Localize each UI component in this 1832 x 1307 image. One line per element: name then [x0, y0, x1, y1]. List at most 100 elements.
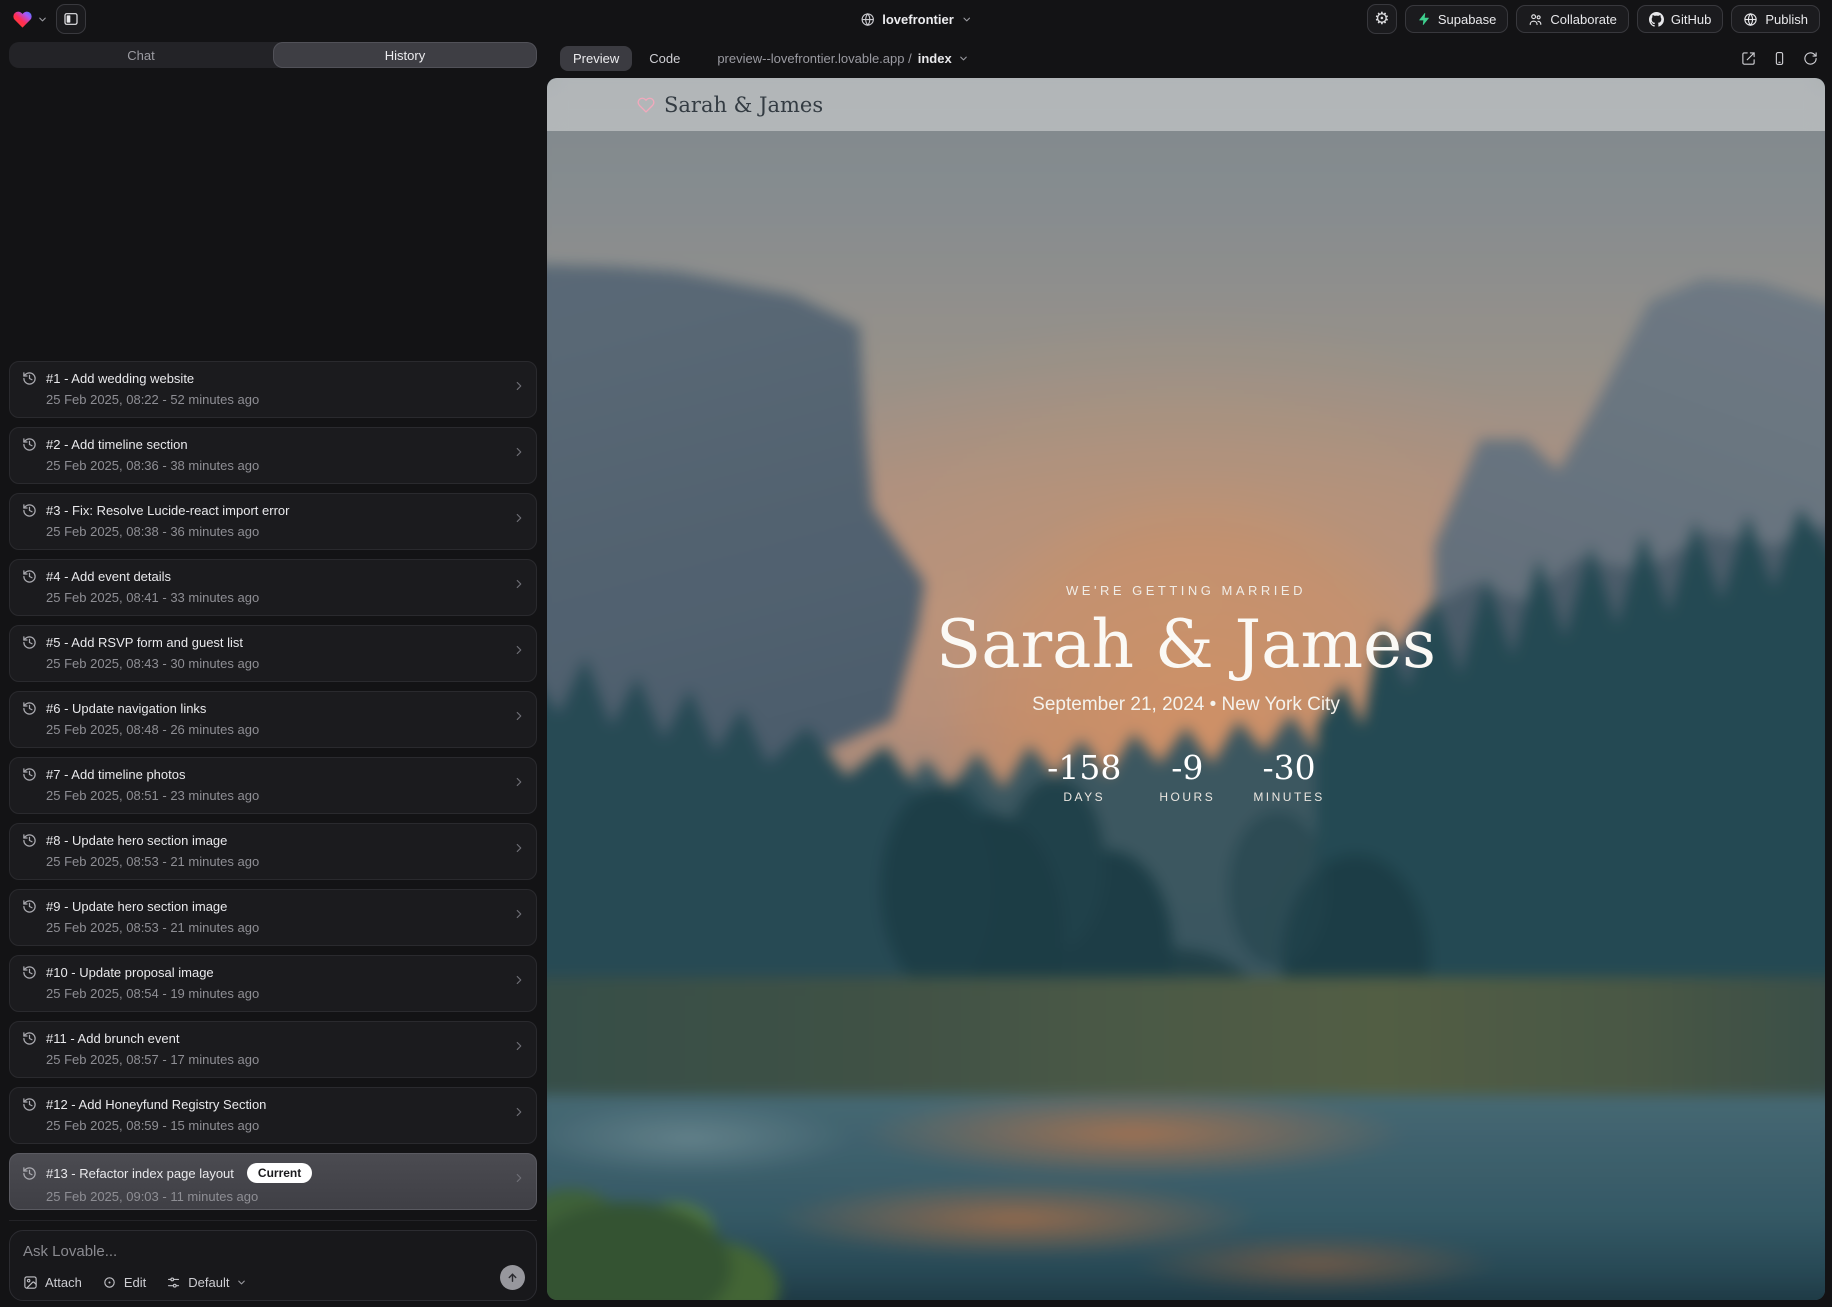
history-item-title: #1 - Add wedding website [46, 371, 194, 386]
chevron-right-icon [512, 643, 526, 657]
top-bar-left [12, 4, 86, 34]
tab-history[interactable]: History [273, 42, 537, 68]
mobile-view-icon[interactable] [1772, 51, 1787, 66]
countdown-value: -158 [1047, 748, 1121, 787]
hero-title: Sarah & James [547, 610, 1825, 679]
countdown-label: HOURS [1155, 790, 1219, 804]
lovable-heart-logo-icon [12, 9, 33, 30]
history-item-timestamp: 25 Feb 2025, 08:51 - 23 minutes ago [46, 788, 524, 803]
attach-button[interactable]: Attach [23, 1275, 82, 1290]
history-clock-icon [22, 371, 37, 386]
project-switcher[interactable]: lovefrontier [860, 0, 972, 38]
supabase-bolt-icon [1417, 12, 1431, 26]
history-item-row: #3 - Fix: Resolve Lucide-react import er… [22, 503, 524, 518]
history-item[interactable]: #13 - Refactor index page layout Current… [9, 1153, 537, 1210]
history-item-timestamp: 25 Feb 2025, 08:57 - 17 minutes ago [46, 1052, 524, 1067]
settings-button[interactable]: ⚙ [1367, 4, 1397, 34]
history-item[interactable]: #6 - Update navigation links 25 Feb 2025… [9, 691, 537, 748]
history-item-title: #2 - Add timeline section [46, 437, 188, 452]
history-item-row: #11 - Add brunch event [22, 1031, 524, 1046]
send-button[interactable] [500, 1265, 525, 1290]
gear-icon: ⚙ [1374, 9, 1389, 29]
preview-panel: Preview Code preview--lovefrontier.lovab… [546, 38, 1832, 1307]
tab-preview[interactable]: Preview [560, 46, 632, 71]
history-item[interactable]: #4 - Add event details 25 Feb 2025, 08:4… [9, 559, 537, 616]
history-item-row: #6 - Update navigation links [22, 701, 524, 716]
toggle-sidebar-button[interactable] [56, 4, 86, 34]
edit-button[interactable]: Edit [102, 1275, 146, 1290]
history-item-timestamp: 25 Feb 2025, 08:36 - 38 minutes ago [46, 458, 524, 473]
chevron-down-icon [961, 14, 972, 25]
countdown-item: -158 DAYS [1047, 748, 1121, 804]
chevron-right-icon [512, 577, 526, 591]
lovable-app-window: lovefrontier ⚙ Supabase Collaborate [0, 0, 1832, 1307]
history-item-timestamp: 25 Feb 2025, 08:38 - 36 minutes ago [46, 524, 524, 539]
target-edit-icon [102, 1275, 117, 1290]
supabase-button[interactable]: Supabase [1405, 5, 1509, 33]
tab-chat[interactable]: Chat [9, 42, 273, 68]
history-item-timestamp: 25 Feb 2025, 08:41 - 33 minutes ago [46, 590, 524, 605]
history-clock-icon [22, 899, 37, 914]
history-item-row: #4 - Add event details [22, 569, 524, 584]
sliders-icon [166, 1275, 181, 1290]
chevron-right-icon [512, 379, 526, 393]
composer-area: Attach Edit Default [9, 1220, 537, 1301]
history-item-title: #5 - Add RSVP form and guest list [46, 635, 243, 650]
history-clock-icon [22, 1097, 37, 1112]
refresh-icon[interactable] [1803, 51, 1818, 66]
publish-button[interactable]: Publish [1731, 5, 1820, 33]
history-item-row: #1 - Add wedding website [22, 371, 524, 386]
history-item-timestamp: 25 Feb 2025, 08:48 - 26 minutes ago [46, 722, 524, 737]
history-item[interactable]: #10 - Update proposal image 25 Feb 2025,… [9, 955, 537, 1012]
history-item[interactable]: #3 - Fix: Resolve Lucide-react import er… [9, 493, 537, 550]
lovable-logo-menu[interactable] [12, 9, 48, 30]
chevron-down-icon [37, 14, 48, 25]
chevron-right-icon [512, 511, 526, 525]
chevron-right-icon [512, 907, 526, 921]
website-brand-name: Sarah & James [664, 93, 823, 117]
history-item-timestamp: 25 Feb 2025, 08:22 - 52 minutes ago [46, 392, 524, 407]
history-item[interactable]: #5 - Add RSVP form and guest list 25 Feb… [9, 625, 537, 682]
collaborate-button[interactable]: Collaborate [1516, 5, 1629, 33]
history-item-title: #11 - Add brunch event [46, 1031, 179, 1046]
ask-lovable-input[interactable] [23, 1243, 473, 1260]
history-clock-icon [22, 965, 37, 980]
edit-label: Edit [124, 1275, 146, 1290]
tab-code[interactable]: Code [636, 46, 693, 71]
history-item-row: #13 - Refactor index page layout Current [22, 1163, 524, 1183]
heart-icon [637, 96, 655, 114]
publish-label: Publish [1765, 12, 1808, 27]
hero-eyebrow: WE'RE GETTING MARRIED [547, 583, 1825, 598]
history-item-title: #10 - Update proposal image [46, 965, 214, 980]
history-item-timestamp: 25 Feb 2025, 08:54 - 19 minutes ago [46, 986, 524, 1001]
github-button[interactable]: GitHub [1637, 5, 1723, 33]
open-external-icon[interactable] [1741, 51, 1756, 66]
chevron-right-icon [512, 445, 526, 459]
history-item[interactable]: #7 - Add timeline photos 25 Feb 2025, 08… [9, 757, 537, 814]
supabase-label: Supabase [1438, 12, 1497, 27]
chevron-right-icon [512, 973, 526, 987]
history-item[interactable]: #11 - Add brunch event 25 Feb 2025, 08:5… [9, 1021, 537, 1078]
history-item[interactable]: #1 - Add wedding website 25 Feb 2025, 08… [9, 361, 537, 418]
website-brand[interactable]: Sarah & James [637, 93, 823, 117]
countdown-item: -9 HOURS [1155, 748, 1219, 804]
history-item[interactable]: #9 - Update hero section image 25 Feb 20… [9, 889, 537, 946]
mode-select[interactable]: Default [166, 1275, 247, 1290]
history-item[interactable]: #12 - Add Honeyfund Registry Section 25 … [9, 1087, 537, 1144]
chevron-right-icon [512, 1039, 526, 1053]
countdown-item: -30 MINUTES [1253, 748, 1325, 804]
chat-history-panel: Chat History #1 - Add wedding website 25… [0, 38, 546, 1307]
history-item-title: #6 - Update navigation links [46, 701, 206, 716]
website-header: Sarah & James [547, 78, 1825, 131]
history-item-title: #12 - Add Honeyfund Registry Section [46, 1097, 266, 1112]
history-item[interactable]: #8 - Update hero section image 25 Feb 20… [9, 823, 537, 880]
history-item-title: #8 - Update hero section image [46, 833, 227, 848]
countdown-label: MINUTES [1253, 790, 1325, 804]
history-item-timestamp: 25 Feb 2025, 09:03 - 11 minutes ago [46, 1189, 524, 1204]
preview-url[interactable]: preview--lovefrontier.lovable.app / inde… [717, 51, 968, 66]
history-item-row: #12 - Add Honeyfund Registry Section [22, 1097, 524, 1112]
chevron-right-icon [512, 841, 526, 855]
history-item-title: #4 - Add event details [46, 569, 171, 584]
history-item-title: #7 - Add timeline photos [46, 767, 185, 782]
history-item[interactable]: #2 - Add timeline section 25 Feb 2025, 0… [9, 427, 537, 484]
